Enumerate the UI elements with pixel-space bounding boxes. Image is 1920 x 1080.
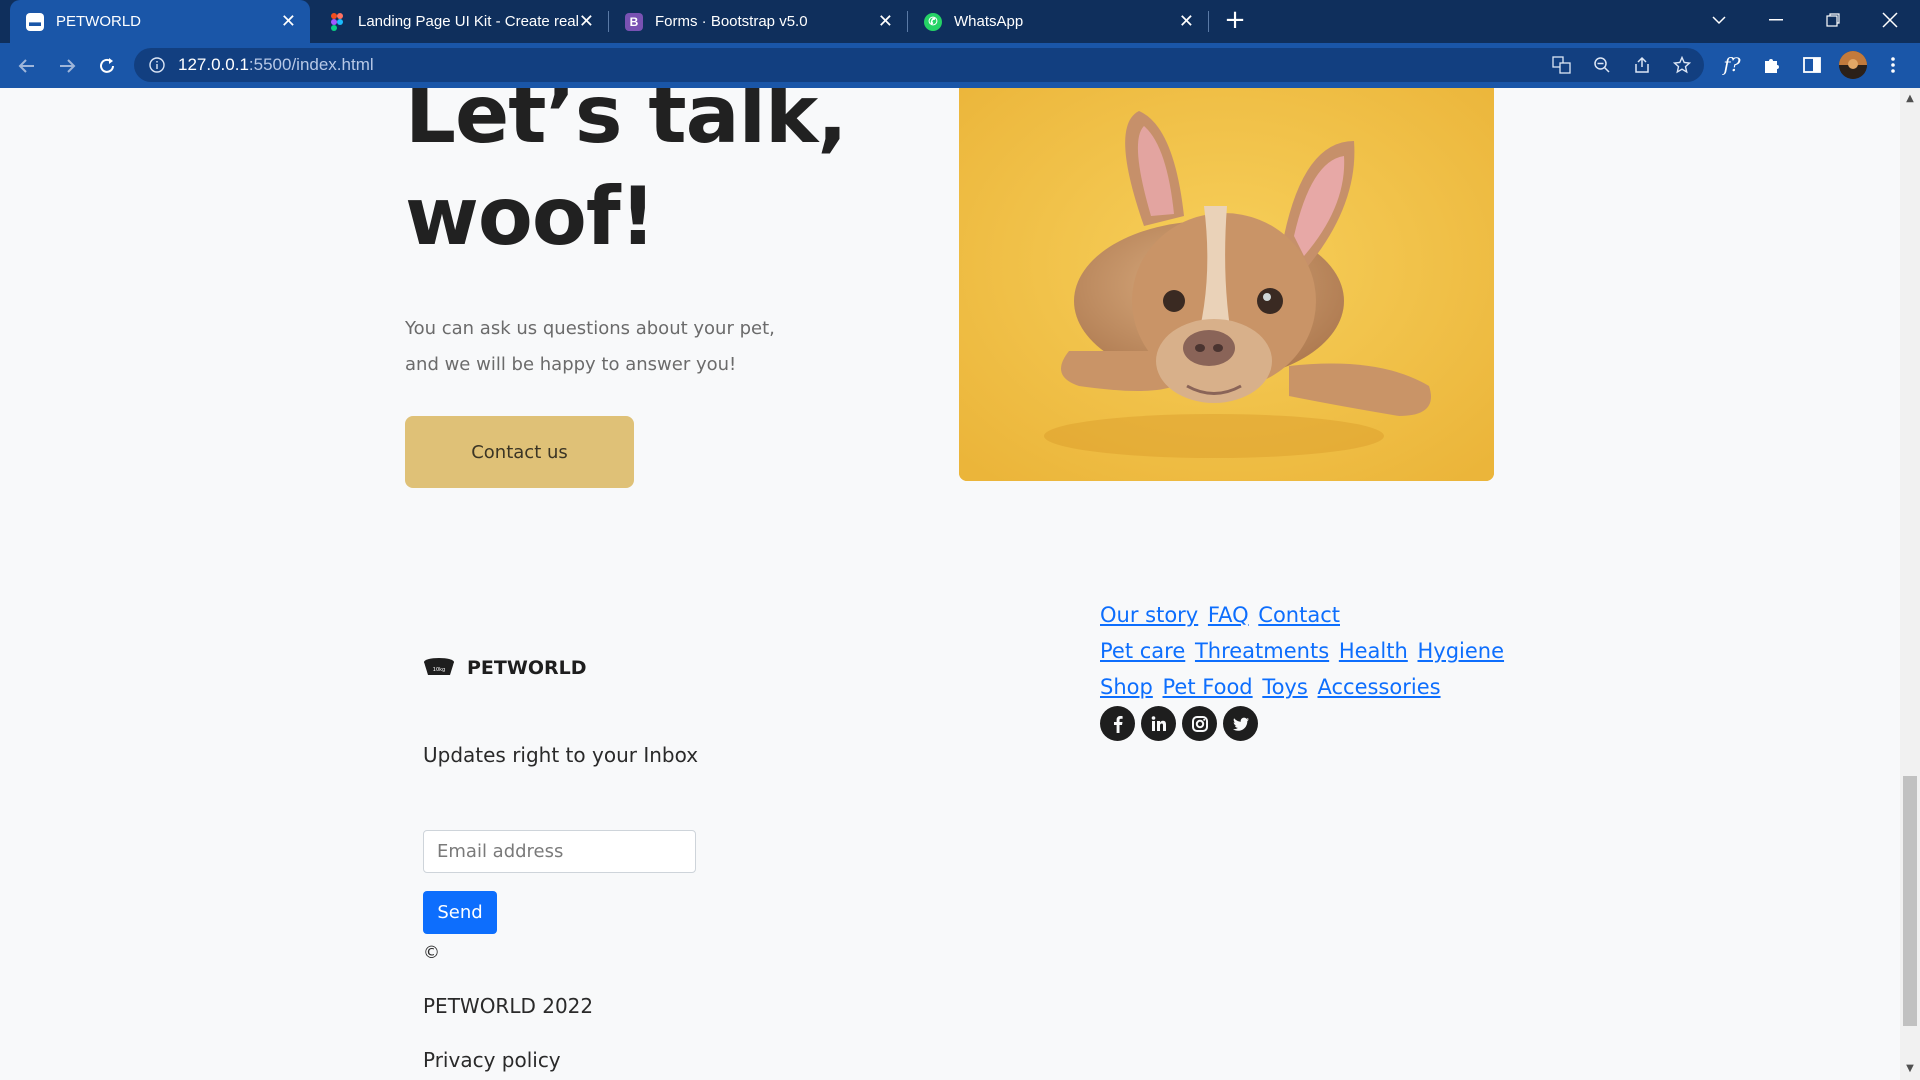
- extensions-puzzle-icon[interactable]: [1761, 54, 1783, 76]
- social-links: [1100, 706, 1258, 741]
- hero-title-line-2: woof!: [405, 170, 656, 263]
- figma-icon: [328, 12, 346, 31]
- footer-link-hygiene[interactable]: Hygiene: [1418, 639, 1505, 663]
- scroll-down-icon[interactable]: ▼: [1903, 1062, 1917, 1076]
- tab-title: Forms · Bootstrap v5.0: [655, 13, 808, 30]
- footer-link-toys[interactable]: Toys: [1262, 675, 1307, 699]
- footer-link-faq[interactable]: FAQ: [1208, 603, 1249, 627]
- bookmark-star-icon[interactable]: [1671, 54, 1693, 76]
- send-button[interactable]: Send: [423, 891, 497, 934]
- url-host: 127.0.0.1: [178, 55, 249, 74]
- close-tab-icon[interactable]: ✕: [878, 11, 893, 31]
- petworld-favicon-icon: ▬: [26, 12, 44, 31]
- close-window-icon[interactable]: [1870, 0, 1910, 40]
- hero-description-line-2: and we will be happy to answer you!: [405, 354, 737, 375]
- scrollbar-thumb[interactable]: [1903, 776, 1917, 1026]
- footer-brand-name: PETWORLD: [467, 657, 587, 679]
- new-tab-button[interactable]: +: [1222, 7, 1248, 34]
- tab-whatsapp[interactable]: ✆ WhatsApp ✕: [908, 0, 1208, 43]
- footer-brand: 10kg PETWORLD: [423, 656, 586, 680]
- tab-title: WhatsApp: [954, 13, 1024, 30]
- footer-year-text: PETWORLD 2022: [423, 994, 594, 1018]
- footer-link-pet-care[interactable]: Pet care: [1100, 639, 1185, 663]
- site-info-icon[interactable]: [146, 54, 168, 76]
- tab-bootstrap-forms[interactable]: B Forms · Bootstrap v5.0 ✕: [609, 0, 907, 43]
- back-icon[interactable]: [14, 53, 40, 79]
- privacy-policy-link[interactable]: Privacy policy: [423, 1048, 561, 1072]
- tab-title: Landing Page UI Kit - Create real: [358, 13, 578, 30]
- footer-links-row-2: Pet care Threatments Health Hygiene: [1100, 638, 1507, 664]
- footer-links-row-3: Shop Pet Food Toys Accessories: [1100, 674, 1444, 700]
- url-text[interactable]: 127.0.0.1:5500/index.html: [178, 55, 374, 75]
- footer-link-contact[interactable]: Contact: [1258, 603, 1340, 627]
- email-field[interactable]: [423, 830, 696, 873]
- side-panel-icon[interactable]: [1801, 54, 1823, 76]
- footer-link-shop[interactable]: Shop: [1100, 675, 1153, 699]
- share-icon[interactable]: [1631, 54, 1653, 76]
- footer-link-pet-food[interactable]: Pet Food: [1163, 675, 1253, 699]
- close-tab-icon[interactable]: ✕: [281, 11, 296, 31]
- tab-separator: [1208, 11, 1209, 32]
- profile-avatar[interactable]: [1839, 51, 1867, 79]
- scroll-up-icon[interactable]: ▲: [1903, 92, 1917, 106]
- browser-menu-icon[interactable]: [1882, 54, 1904, 76]
- puppy-photo: [959, 88, 1494, 481]
- facebook-icon[interactable]: [1100, 706, 1135, 741]
- linkedin-icon[interactable]: [1141, 706, 1176, 741]
- whatsapp-icon: ✆: [924, 12, 942, 31]
- hero-title: Let’s talk, woof!: [405, 88, 848, 268]
- url-path: :5500/index.html: [248, 55, 374, 74]
- translate-icon[interactable]: [1551, 54, 1573, 76]
- copyright-symbol: ©: [423, 943, 440, 963]
- footer-link-threatments[interactable]: Threatments: [1195, 639, 1329, 663]
- footer-link-health[interactable]: Health: [1339, 639, 1408, 663]
- tab-search-icon[interactable]: [1699, 0, 1739, 40]
- svg-text:10kg: 10kg: [433, 667, 445, 673]
- footer-link-accessories[interactable]: Accessories: [1317, 675, 1440, 699]
- minimize-icon[interactable]: [1756, 0, 1796, 40]
- footer-links-row-1: Our story FAQ Contact: [1100, 602, 1343, 628]
- footer-link-our-story[interactable]: Our story: [1100, 603, 1198, 627]
- pet-bowl-icon: 10kg: [423, 656, 455, 680]
- instagram-icon[interactable]: [1182, 706, 1217, 741]
- page-viewport: Let’s talk, woof! You can ask us questio…: [0, 88, 1900, 1080]
- hero-description: You can ask us questions about your pet,…: [405, 311, 825, 383]
- contact-us-button[interactable]: Contact us: [405, 416, 634, 488]
- twitter-icon[interactable]: [1223, 706, 1258, 741]
- hero-title-line-1: Let’s talk,: [405, 88, 848, 161]
- forward-icon[interactable]: [54, 53, 80, 79]
- tab-landing-page-ui-kit[interactable]: Landing Page UI Kit - Create real ✕: [312, 0, 608, 43]
- zoom-out-icon[interactable]: [1591, 54, 1613, 76]
- newsletter-heading: Updates right to your Inbox: [423, 743, 699, 767]
- restore-icon[interactable]: [1813, 0, 1853, 40]
- browser-tab-bar: ▬ PETWORLD ✕ Landing Page UI Kit - Creat…: [0, 0, 1920, 43]
- hero-description-line-1: You can ask us questions about your pet,: [405, 318, 775, 339]
- close-tab-icon[interactable]: ✕: [1179, 11, 1194, 31]
- function-extension-icon[interactable]: f?: [1721, 54, 1743, 76]
- tab-petworld[interactable]: ▬ PETWORLD ✕: [10, 0, 310, 43]
- close-tab-icon[interactable]: ✕: [579, 11, 594, 31]
- bootstrap-icon: B: [625, 12, 643, 31]
- tab-title: PETWORLD: [56, 13, 142, 30]
- reload-icon[interactable]: [94, 53, 120, 79]
